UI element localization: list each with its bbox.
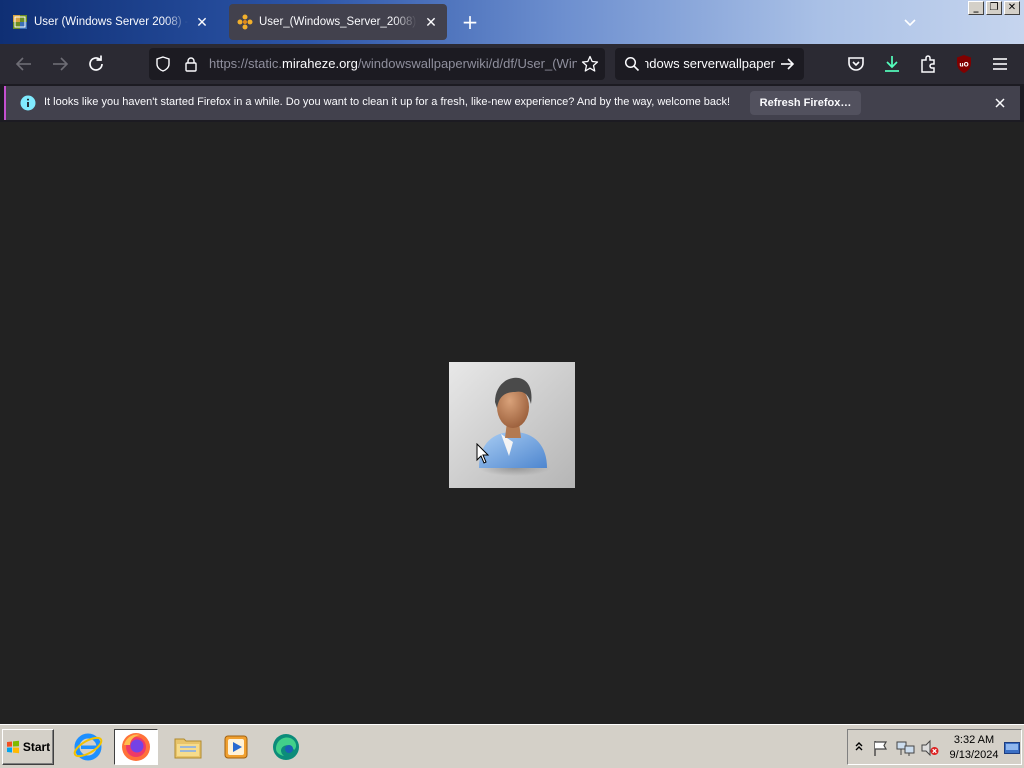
taskbar-internet-explorer[interactable] <box>66 729 110 765</box>
refresh-firefox-button[interactable]: Refresh Firefox… <box>750 91 861 115</box>
user-avatar-image[interactable] <box>449 362 575 488</box>
windows-logo-icon <box>6 740 19 754</box>
action-center-flag-icon[interactable] <box>872 739 890 757</box>
chevron-down-icon[interactable] <box>900 12 920 32</box>
info-icon <box>20 95 36 111</box>
start-label: Start <box>22 740 51 754</box>
navigation-toolbar: https://static.miraheze.org/windowswallp… <box>0 44 1024 84</box>
show-hidden-icons-icon[interactable] <box>854 740 864 754</box>
lock-icon[interactable] <box>183 56 199 72</box>
miraheze-icon <box>237 14 253 30</box>
system-tray: 3:32 AM 9/13/2024 <box>847 729 1022 765</box>
bookmark-star-icon[interactable] <box>581 55 599 73</box>
reload-icon[interactable] <box>84 52 108 76</box>
tab-user-wiki-page[interactable]: User (Windows Server 2008) - Win ✕ <box>4 4 218 40</box>
media-player-icon <box>224 735 248 759</box>
show-desktop-icon[interactable] <box>1004 742 1020 754</box>
clock-date: 9/13/2024 <box>949 749 999 761</box>
start-button[interactable]: Start <box>2 729 54 765</box>
notification-message: It looks like you haven't started Firefo… <box>44 96 731 108</box>
internet-explorer-icon <box>73 733 103 761</box>
page-content <box>0 122 1024 724</box>
clock-time: 3:32 AM <box>953 734 995 746</box>
back-icon[interactable] <box>12 52 36 76</box>
arrow-right-icon[interactable] <box>779 56 795 72</box>
volume-muted-icon[interactable] <box>920 739 940 757</box>
tracking-protection-icon[interactable] <box>155 56 171 72</box>
taskbar-edge[interactable] <box>264 729 308 765</box>
url-bar[interactable]: https://static.miraheze.org/windowswallp… <box>149 48 605 80</box>
taskbar-file-explorer[interactable] <box>166 729 210 765</box>
url-text[interactable]: https://static.miraheze.org/windowswallp… <box>209 56 577 71</box>
taskbar-firefox[interactable] <box>114 729 158 765</box>
download-icon[interactable] <box>880 52 904 76</box>
menu-icon[interactable] <box>988 52 1012 76</box>
minimize-button[interactable]: _ <box>968 1 984 15</box>
pocket-icon[interactable] <box>844 52 868 76</box>
taskbar: Start 3:32 AM 9/13/2024 <box>0 724 1024 768</box>
close-icon[interactable]: ✕ <box>423 14 439 30</box>
tab-title: User (Windows Server 2008) - Win <box>34 16 188 28</box>
search-icon <box>624 56 640 72</box>
forward-icon[interactable] <box>48 52 72 76</box>
search-bar[interactable]: windows serverwallpaper <box>615 48 804 80</box>
extensions-icon[interactable] <box>916 52 940 76</box>
notification-bar: It looks like you haven't started Firefo… <box>4 86 1020 120</box>
window-controls: _ ❐ ✕ <box>968 1 1020 15</box>
restore-button[interactable]: ❐ <box>986 1 1002 15</box>
network-icon[interactable] <box>896 739 916 757</box>
mouse-cursor-icon <box>476 443 490 464</box>
tab-strip: User (Windows Server 2008) - Win ✕ User_… <box>0 0 1024 44</box>
edge-icon <box>273 734 299 760</box>
svg-text:uO: uO <box>959 62 968 69</box>
tab-title: User_(Windows_Server_2008).png <box>259 16 417 28</box>
clock[interactable]: 3:32 AM 9/13/2024 <box>944 733 1004 763</box>
search-input[interactable]: windows serverwallpaper <box>645 56 775 71</box>
firefox-icon <box>122 733 150 761</box>
new-tab-button[interactable]: + <box>458 10 482 34</box>
url-prefix: https://static. <box>209 56 282 71</box>
close-window-button[interactable]: ✕ <box>1004 1 1020 15</box>
url-path: /windowswallpaperwiki/d/df/User_(Windows… <box>357 56 577 71</box>
url-domain: miraheze.org <box>281 56 358 71</box>
tab-user-image[interactable]: User_(Windows_Server_2008).png ✕ <box>229 4 447 40</box>
wiki-icon <box>13 15 27 29</box>
close-icon[interactable]: ✕ <box>194 14 210 30</box>
close-icon[interactable] <box>992 95 1008 111</box>
file-explorer-icon <box>174 738 202 759</box>
taskbar-media-player[interactable] <box>214 729 258 765</box>
ublock-origin-icon[interactable]: uO <box>952 52 976 76</box>
